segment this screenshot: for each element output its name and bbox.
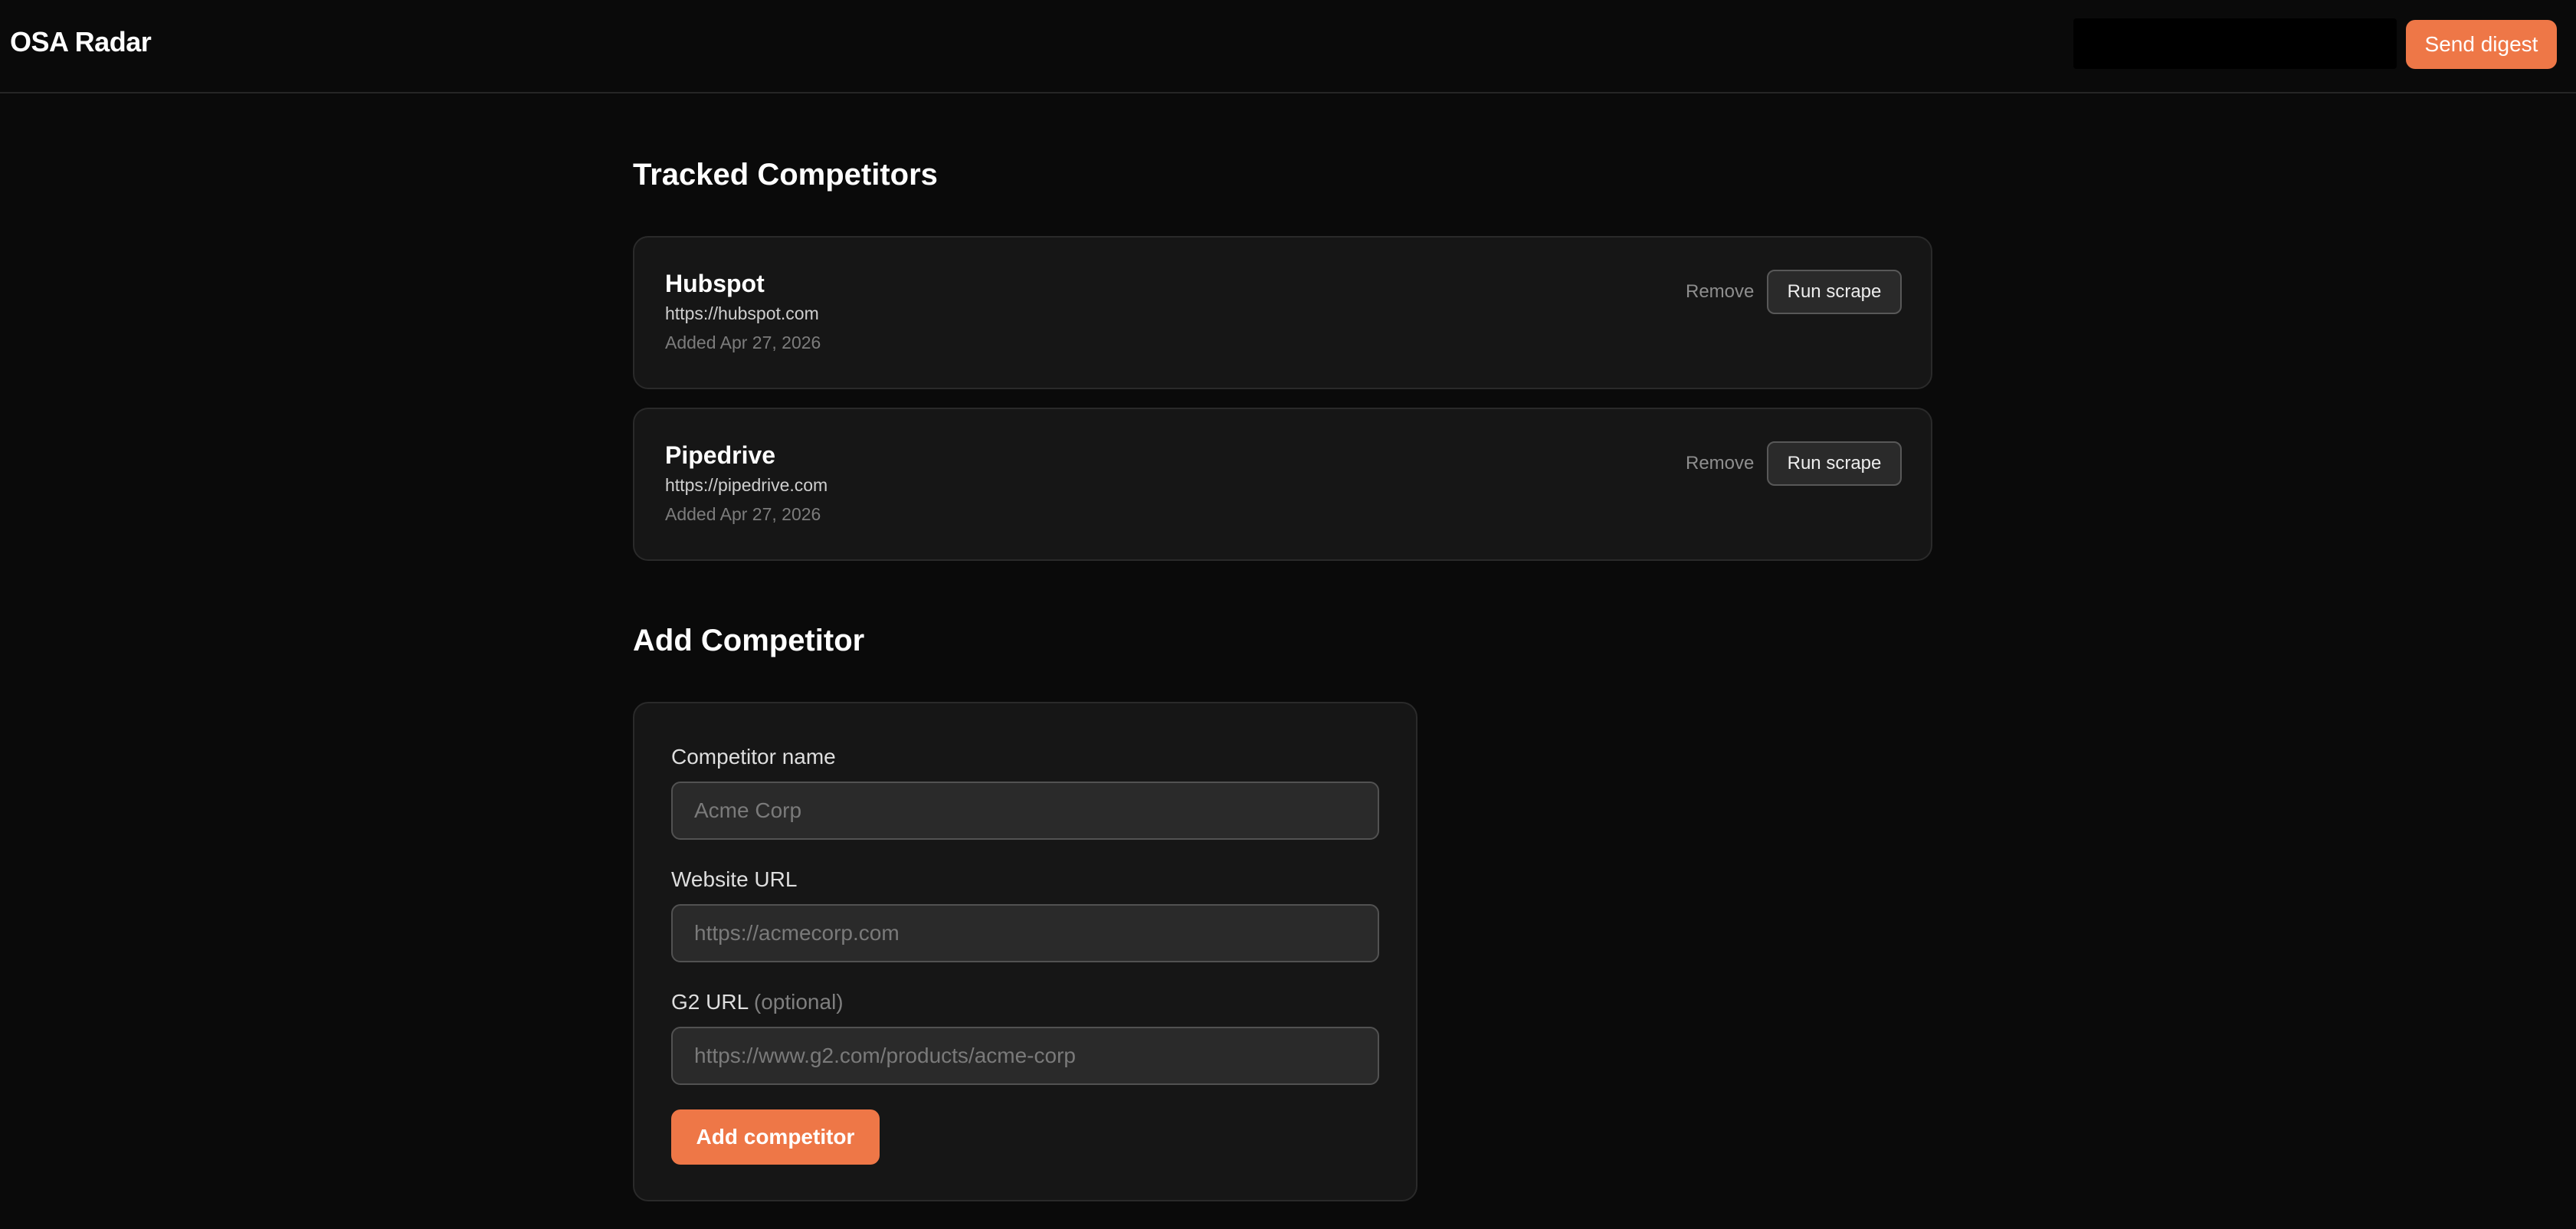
website-url-label: Website URL <box>671 867 798 891</box>
competitor-name-input[interactable] <box>671 782 1379 840</box>
run-scrape-button[interactable]: Run scrape <box>1767 270 1902 314</box>
top-bar: OSA Radar Send digest <box>0 0 2576 93</box>
competitor-name: Hubspot <box>665 270 765 297</box>
add-competitor-button[interactable]: Add competitor <box>671 1109 880 1165</box>
add-competitor-title: Add Competitor <box>633 624 865 657</box>
tracked-competitors-title: Tracked Competitors <box>633 158 938 192</box>
optional-hint: (optional) <box>753 990 844 1014</box>
add-competitor-form: Competitor name Website URL G2 URL (opti… <box>633 702 1417 1201</box>
competitor-name: Pipedrive <box>665 441 776 469</box>
competitor-added-date: Added Apr 27, 2026 <box>665 504 821 524</box>
competitor-card-hubspot: Hubspot https://hubspot.com Added Apr 27… <box>633 236 1932 389</box>
redacted-area <box>2073 18 2397 69</box>
app-title: OSA Radar <box>10 26 152 57</box>
run-scrape-button[interactable]: Run scrape <box>1767 441 1902 486</box>
g2-url-label-text: G2 URL <box>671 990 749 1014</box>
send-digest-button[interactable]: Send digest <box>2406 20 2557 69</box>
g2-url-label: G2 URL (optional) <box>671 990 844 1014</box>
competitor-url: https://pipedrive.com <box>665 475 828 495</box>
competitor-added-date: Added Apr 27, 2026 <box>665 333 821 352</box>
remove-button[interactable]: Remove <box>1686 270 1754 314</box>
competitor-name-label: Competitor name <box>671 745 836 769</box>
remove-button[interactable]: Remove <box>1686 441 1754 486</box>
competitor-card-pipedrive: Pipedrive https://pipedrive.com Added Ap… <box>633 408 1932 561</box>
competitor-url: https://hubspot.com <box>665 303 819 323</box>
website-url-input[interactable] <box>671 904 1379 962</box>
g2-url-input[interactable] <box>671 1027 1379 1085</box>
